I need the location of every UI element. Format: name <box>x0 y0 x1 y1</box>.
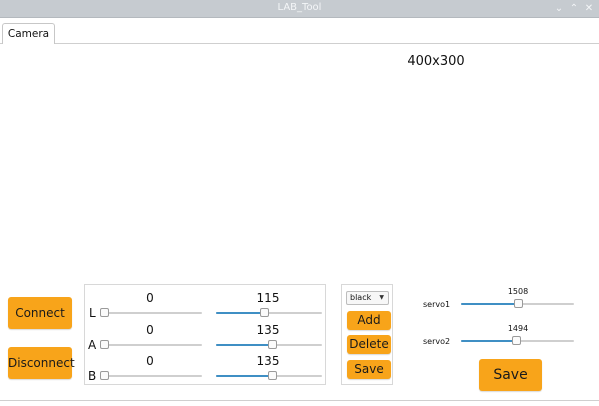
servo1-value: 1508 <box>507 287 529 296</box>
slider-handle[interactable] <box>514 299 523 308</box>
b-min-slider[interactable] <box>100 371 202 381</box>
servo2-slider[interactable] <box>461 336 574 346</box>
servo1-slider[interactable] <box>461 299 574 309</box>
minimize-icon[interactable]: ⌄ <box>553 2 565 15</box>
color-select[interactable]: black ▼ <box>346 291 389 305</box>
servo1-label: servo1 <box>423 300 451 309</box>
slider-handle[interactable] <box>100 340 109 349</box>
window-title: LAB_Tool <box>277 2 322 13</box>
maximize-icon[interactable]: ⌃ <box>568 2 580 15</box>
a-max-slider[interactable] <box>216 340 322 350</box>
slider-handle[interactable] <box>100 308 109 317</box>
slider-handle[interactable] <box>512 336 521 345</box>
close-icon[interactable]: ✕ <box>583 2 595 15</box>
slider-handle[interactable] <box>260 308 269 317</box>
save-servo-button[interactable]: Save <box>479 359 542 391</box>
camera-resolution-label: 400x300 <box>407 54 465 69</box>
servo2-value: 1494 <box>507 324 529 333</box>
title-bar[interactable]: LAB_Tool ⌄ ⌃ ✕ <box>0 0 599 18</box>
bottom-divider <box>0 400 599 401</box>
l-channel-label: L <box>89 306 96 320</box>
servo2-label: servo2 <box>423 337 451 346</box>
a-channel-label: A <box>88 338 97 352</box>
b-max-slider[interactable] <box>216 371 322 381</box>
chevron-down-icon: ▼ <box>379 294 384 301</box>
b-max-value: 135 <box>256 354 280 368</box>
l-max-slider[interactable] <box>216 308 322 318</box>
b-channel-label: B <box>88 369 97 383</box>
add-color-button[interactable]: Add <box>347 311 391 330</box>
tab-camera[interactable]: Camera <box>2 23 55 44</box>
connect-button[interactable]: Connect <box>8 297 72 329</box>
b-min-value: 0 <box>146 354 154 368</box>
slider-handle[interactable] <box>100 371 109 380</box>
tab-divider <box>0 43 599 44</box>
slider-handle[interactable] <box>268 340 277 349</box>
slider-handle[interactable] <box>268 371 277 380</box>
delete-color-button[interactable]: Delete <box>347 335 391 354</box>
disconnect-button[interactable]: Disconnect <box>8 347 75 379</box>
lab-threshold-panel: 0 115 L 0 135 A 0 135 B <box>84 284 326 385</box>
color-panel: black ▼ Add Delete Save <box>341 284 393 385</box>
save-color-button[interactable]: Save <box>347 360 391 379</box>
l-max-value: 115 <box>256 291 280 305</box>
a-max-value: 135 <box>256 323 280 337</box>
l-min-value: 0 <box>146 291 154 305</box>
a-min-slider[interactable] <box>100 340 202 350</box>
a-min-value: 0 <box>146 323 154 337</box>
l-min-slider[interactable] <box>100 308 202 318</box>
lab-tool-window: LAB_Tool ⌄ ⌃ ✕ Camera 400x300 Connect Di… <box>0 0 599 406</box>
color-select-value: black <box>350 293 372 302</box>
